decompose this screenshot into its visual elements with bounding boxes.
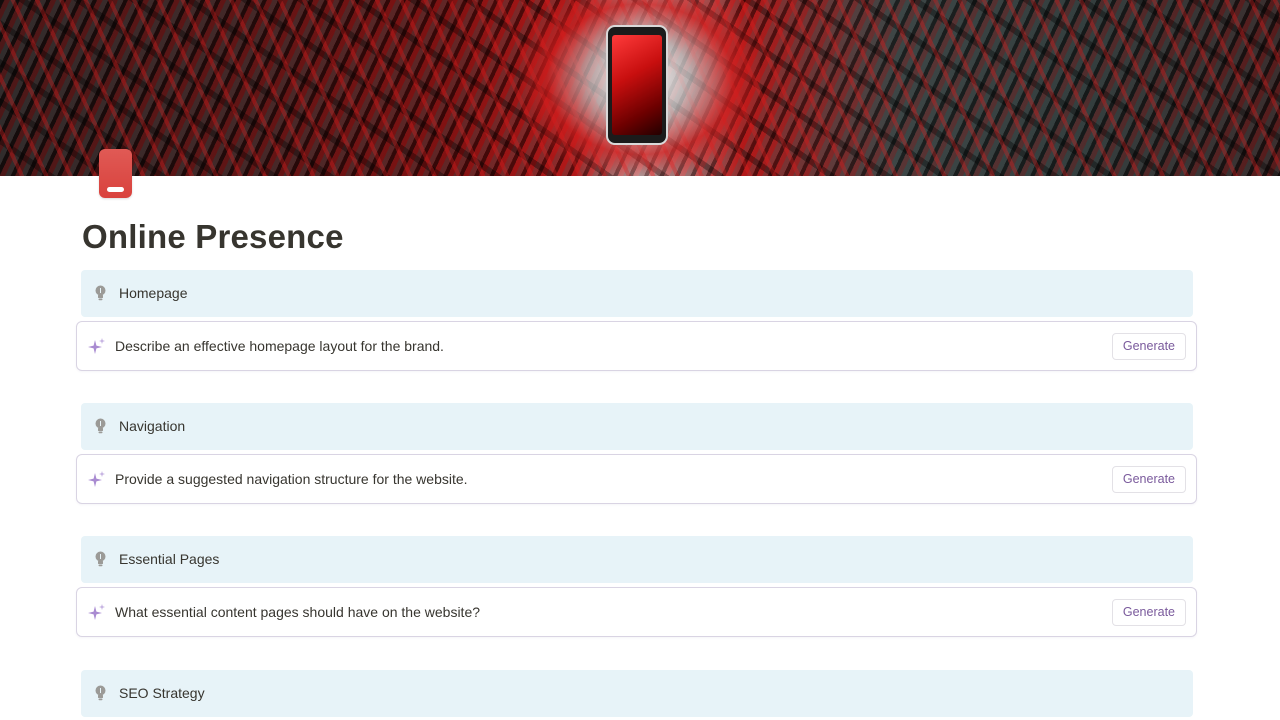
lightbulb-icon xyxy=(95,551,106,567)
callout-heading: Homepage xyxy=(119,285,188,301)
callout-heading: Essential Pages xyxy=(119,551,220,567)
sparkle-icon xyxy=(88,604,105,620)
callout-heading: Navigation xyxy=(119,418,186,434)
cover-phone-screen xyxy=(612,35,662,135)
generate-button[interactable]: Generate xyxy=(1111,333,1186,360)
ai-block-navigation[interactable]: Provide a suggested navigation structure… xyxy=(76,454,1197,504)
cover-image xyxy=(0,0,1280,176)
lightbulb-icon xyxy=(95,418,106,434)
callout-heading: SEO Strategy xyxy=(119,685,205,701)
sparkle-icon xyxy=(88,471,105,487)
lightbulb-icon xyxy=(95,285,106,301)
sparkle-icon xyxy=(88,338,105,354)
lightbulb-icon xyxy=(95,685,106,701)
generate-button[interactable]: Generate xyxy=(1111,466,1186,493)
ai-prompt-text: Provide a suggested navigation structure… xyxy=(115,471,468,487)
callout-homepage[interactable]: Homepage xyxy=(81,270,1193,317)
page-title[interactable]: Online Presence xyxy=(82,218,344,256)
phone-icon-bar xyxy=(107,187,124,192)
callout-essential-pages[interactable]: Essential Pages xyxy=(81,536,1193,583)
callout-seo-strategy[interactable]: SEO Strategy xyxy=(81,670,1193,717)
generate-button[interactable]: Generate xyxy=(1111,599,1186,626)
ai-block-homepage[interactable]: Describe an effective homepage layout fo… xyxy=(76,321,1197,371)
ai-block-essential-pages[interactable]: What essential content pages should have… xyxy=(76,587,1197,637)
callout-navigation[interactable]: Navigation xyxy=(81,403,1193,450)
ai-prompt-text: What essential content pages should have… xyxy=(115,604,481,620)
cover-phone-illustration xyxy=(606,25,668,145)
phone-icon[interactable] xyxy=(99,149,132,198)
ai-prompt-text: Describe an effective homepage layout fo… xyxy=(115,338,444,354)
